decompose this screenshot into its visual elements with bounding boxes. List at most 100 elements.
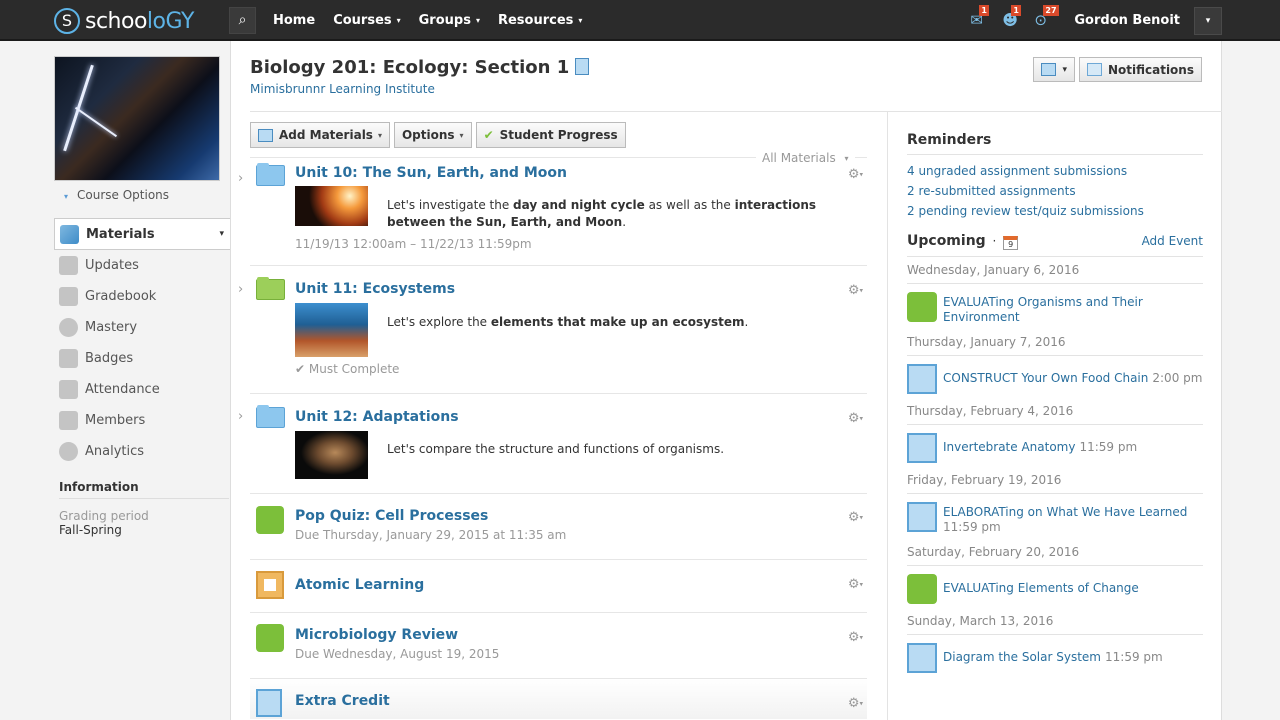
- sidebar-item-updates[interactable]: Updates: [54, 250, 230, 281]
- notebook-icon: [575, 58, 590, 75]
- course-options-label: Course Options: [77, 188, 170, 202]
- user-name-link[interactable]: Gordon Benoit: [1074, 13, 1180, 28]
- chevron-down-icon[interactable]: ▾: [219, 229, 224, 239]
- notifications-count-badge: 27: [1043, 4, 1059, 16]
- materials-toolbar: Add Materials ▾ Options ▾ ✔ Student Prog…: [250, 122, 630, 148]
- material-thumbnail: [295, 431, 368, 479]
- page-title: Biology 201: Ecology: Section 1: [250, 57, 590, 78]
- material-title-link[interactable]: Pop Quiz: Cell Processes: [295, 508, 488, 524]
- list-item: Atomic Learning ⚙▾: [250, 560, 867, 613]
- must-complete-label: ✔ Must Complete: [295, 362, 400, 376]
- add-materials-label: Add Materials: [279, 128, 373, 142]
- expand-icon[interactable]: ›: [238, 409, 243, 424]
- gear-menu[interactable]: ⚙▾: [848, 630, 863, 645]
- expand-icon[interactable]: ›: [238, 171, 243, 186]
- add-event-link[interactable]: Add Event: [1142, 234, 1203, 248]
- event-link[interactable]: EVALUATing Organisms and Their Environme…: [943, 292, 1203, 325]
- event-link[interactable]: ELABORATing on What We Have Learned 11:59…: [943, 502, 1187, 535]
- nav-resources[interactable]: Resources ▾: [498, 13, 582, 28]
- upcoming-event[interactable]: EVALUATing Organisms and Their Environme…: [907, 292, 1203, 325]
- gear-icon: ⚙: [847, 510, 860, 525]
- materials-column: Add Materials ▾ Options ▾ ✔ Student Prog…: [231, 112, 888, 720]
- gear-menu[interactable]: ⚙▾: [848, 696, 863, 711]
- event-time: 11:59 pm: [943, 520, 1001, 534]
- material-title-link[interactable]: Microbiology Review: [295, 627, 458, 643]
- reminder-link[interactable]: 4 ungraded assignment submissions: [907, 161, 1203, 181]
- folder-icon: [256, 163, 285, 186]
- upcoming-event[interactable]: ELABORATing on What We Have Learned 11:59…: [907, 502, 1203, 535]
- external-tool-icon: [256, 571, 284, 599]
- nav-home-label: Home: [273, 13, 316, 28]
- notifications-button[interactable]: Notifications: [1078, 57, 1202, 82]
- materials-filter-dropdown[interactable]: All Materials ▾: [756, 151, 855, 165]
- upcoming-event[interactable]: EVALUATing Elements of Change: [907, 574, 1203, 604]
- nav-home[interactable]: Home: [273, 13, 315, 28]
- requests-button[interactable]: ☻ 1: [1002, 4, 1024, 31]
- material-title-link[interactable]: Unit 12: Adaptations: [295, 409, 459, 425]
- assignment-icon: [907, 643, 937, 673]
- sidebar-item-analytics[interactable]: Analytics: [54, 436, 230, 467]
- nav-courses[interactable]: Courses ▾: [333, 13, 400, 28]
- material-title-link[interactable]: Unit 10: The Sun, Earth, and Moon: [295, 165, 567, 181]
- test-quiz-icon: [256, 506, 284, 534]
- add-materials-button[interactable]: Add Materials ▾: [250, 122, 390, 148]
- notifications-button[interactable]: ⊙ 27: [1034, 4, 1059, 31]
- material-title-link[interactable]: Extra Credit: [295, 693, 390, 709]
- sidebar-item-materials[interactable]: Materials ▾: [54, 218, 230, 250]
- gear-menu[interactable]: ⚙▾: [848, 510, 863, 525]
- material-date-range: 11/19/13 12:00am – 11/22/13 11:59pm: [295, 237, 532, 251]
- upcoming-group: Sunday, March 13, 2016 Diagram the Solar…: [907, 614, 1203, 673]
- upcoming-event[interactable]: Diagram the Solar System 11:59 pm: [907, 643, 1203, 673]
- event-link[interactable]: Diagram the Solar System 11:59 pm: [943, 643, 1163, 665]
- divider: [907, 493, 1203, 494]
- notebook-menu-button[interactable]: ▾: [1033, 57, 1075, 82]
- expand-icon[interactable]: ›: [238, 282, 243, 297]
- options-button[interactable]: Options ▾: [393, 122, 472, 148]
- calendar-icon[interactable]: 9: [1003, 236, 1019, 250]
- main-nav: Home Courses ▾ Groups ▾ Resources ▾: [273, 0, 600, 41]
- event-link[interactable]: CONSTRUCT Your Own Food Chain 2:00 pm: [943, 364, 1202, 386]
- event-link[interactable]: Invertebrate Anatomy 11:59 pm: [943, 433, 1137, 455]
- gear-icon: ⚙: [847, 696, 860, 711]
- gear-icon: ⚙: [847, 630, 860, 645]
- gear-menu[interactable]: ⚙▾: [848, 283, 863, 298]
- sidebar-item-badges[interactable]: Badges: [54, 343, 230, 374]
- event-link[interactable]: EVALUATing Elements of Change: [943, 574, 1139, 596]
- reminder-link[interactable]: 2 re-submitted assignments: [907, 181, 1203, 201]
- schoology-logo[interactable]: S schoolοGY: [54, 7, 194, 35]
- event-time: 11:59 pm: [1079, 440, 1138, 454]
- gear-menu[interactable]: ⚙▾: [848, 167, 863, 182]
- event-date: Wednesday, January 6, 2016: [907, 263, 1080, 277]
- material-title-link[interactable]: Unit 11: Ecosystems: [295, 281, 455, 297]
- sidebar-item-label: Badges: [85, 351, 134, 366]
- search-button[interactable]: ⌕: [229, 7, 256, 34]
- sidebar-item-mastery[interactable]: Mastery: [54, 312, 230, 343]
- event-title: ELABORATing on What We Have Learned: [943, 505, 1188, 519]
- material-title-link[interactable]: Atomic Learning: [295, 577, 424, 593]
- sidebar-item-label: Gradebook: [85, 289, 157, 304]
- upcoming-event[interactable]: CONSTRUCT Your Own Food Chain 2:00 pm: [907, 364, 1203, 394]
- reminder-link[interactable]: 2 pending review test/quiz submissions: [907, 201, 1203, 221]
- student-progress-button[interactable]: ✔ Student Progress: [475, 122, 626, 148]
- course-options-menu[interactable]: ▾ Course Options: [64, 188, 169, 202]
- gear-menu[interactable]: ⚙▾: [848, 411, 863, 426]
- chevron-down-icon: ▾: [1062, 64, 1067, 75]
- upcoming-event[interactable]: Invertebrate Anatomy 11:59 pm: [907, 433, 1203, 463]
- material-thumbnail: [295, 303, 368, 357]
- school-link[interactable]: Mimisbrunnr Learning Institute: [250, 82, 435, 96]
- divider: [907, 565, 1203, 566]
- sidebar-item-gradebook[interactable]: Gradebook: [54, 281, 230, 312]
- nav-groups[interactable]: Groups ▾: [419, 13, 480, 28]
- chevron-down-icon: ▾: [844, 154, 849, 163]
- sidebar-item-attendance[interactable]: Attendance: [54, 374, 230, 405]
- sidebar-item-members[interactable]: Members: [54, 405, 230, 436]
- sidebar-item-label: Mastery: [85, 320, 138, 335]
- messages-button[interactable]: ✉ 1: [970, 4, 992, 31]
- gear-menu[interactable]: ⚙▾: [848, 577, 863, 592]
- divider: [907, 283, 1203, 284]
- user-menu-button[interactable]: ▾: [1194, 6, 1222, 35]
- upcoming-group: Thursday, January 7, 2016 CONSTRUCT Your…: [907, 335, 1203, 394]
- grading-period-value: Fall-Spring: [59, 523, 122, 537]
- lightning-graphic: [74, 106, 118, 138]
- logo-wordmark: schoolοGY: [85, 9, 194, 34]
